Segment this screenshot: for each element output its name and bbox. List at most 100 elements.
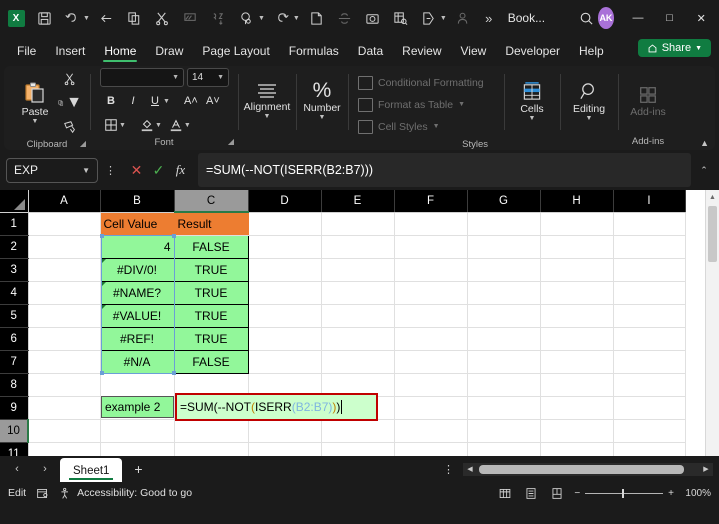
cell-I8[interactable]: [613, 373, 686, 397]
cell-E4[interactable]: [321, 281, 395, 305]
font-size-input[interactable]: 14 ▼: [187, 68, 229, 87]
tab-view[interactable]: View: [452, 40, 496, 61]
cell-D6[interactable]: [248, 327, 322, 351]
cell-G8[interactable]: [467, 373, 541, 397]
search-icon[interactable]: [575, 5, 598, 31]
page-break-view-button[interactable]: [548, 486, 565, 501]
tab-insert[interactable]: Insert: [46, 40, 94, 61]
tab-data[interactable]: Data: [349, 40, 392, 61]
row-header-2[interactable]: 2: [0, 235, 29, 259]
scissors-icon[interactable]: [149, 4, 177, 32]
grow-font-button[interactable]: A˄: [180, 91, 202, 111]
cell-H10[interactable]: [540, 419, 614, 443]
cell-editor[interactable]: =SUM(--NOT(ISERR(B2:B7))): [175, 393, 378, 421]
normal-view-button[interactable]: [496, 486, 513, 501]
column-header-c[interactable]: C: [174, 190, 249, 213]
zoom-level[interactable]: 100%: [683, 488, 711, 499]
find-table-icon[interactable]: [387, 4, 415, 32]
cell-F1[interactable]: [394, 212, 468, 236]
cell-E10[interactable]: [321, 419, 395, 443]
tab-home[interactable]: Home: [95, 40, 145, 62]
save-icon[interactable]: [30, 4, 58, 32]
paste-caret-icon[interactable]: ▼: [32, 118, 39, 125]
cell-D5[interactable]: [248, 304, 322, 328]
cell-F6[interactable]: [394, 327, 468, 351]
avatar[interactable]: AK: [597, 7, 615, 29]
cells-caret-icon[interactable]: ▼: [529, 115, 536, 122]
share-button[interactable]: Share ▼: [637, 39, 711, 57]
cell-D1[interactable]: [248, 212, 322, 236]
arrow-left-icon[interactable]: [93, 4, 121, 32]
column-header-b[interactable]: B: [100, 190, 175, 213]
copy-icon[interactable]: [121, 4, 149, 32]
tab-developer[interactable]: Developer: [496, 40, 569, 61]
cell-H8[interactable]: [540, 373, 614, 397]
horizontal-scroll-thumb[interactable]: [479, 464, 684, 474]
column-header-g[interactable]: G: [467, 190, 541, 213]
cell-A11[interactable]: [28, 442, 101, 456]
tab-draw[interactable]: Draw: [146, 40, 192, 61]
cell-F10[interactable]: [394, 419, 468, 443]
vertical-scrollbar[interactable]: ▲: [705, 190, 719, 456]
cell-D11[interactable]: [248, 442, 322, 456]
tab-review[interactable]: Review: [393, 40, 450, 61]
cell-H4[interactable]: [540, 281, 614, 305]
cell-G7[interactable]: [467, 350, 541, 374]
copy-icon[interactable]: ▼: [58, 92, 82, 113]
zoom-out-button[interactable]: −: [574, 488, 580, 499]
goto-icon[interactable]: [415, 4, 443, 32]
insert-function-icon[interactable]: fx: [172, 162, 189, 178]
cell-G5[interactable]: [467, 304, 541, 328]
camera-icon[interactable]: [359, 4, 387, 32]
alignment-button[interactable]: Alignment ▼: [244, 82, 290, 120]
strikethrough-icon[interactable]: [331, 4, 359, 32]
cell-C3[interactable]: TRUE: [173, 257, 249, 282]
cell-I1[interactable]: [613, 212, 686, 236]
cell-A5[interactable]: [28, 304, 101, 328]
row-header-5[interactable]: 5: [0, 304, 29, 328]
format-as-table-button[interactable]: Format as Table ▼: [356, 94, 496, 115]
italic-button[interactable]: I: [122, 91, 144, 111]
cell-D2[interactable]: [248, 235, 322, 259]
cell-C10[interactable]: [174, 419, 249, 443]
borders-caret-icon[interactable]: ▼: [119, 122, 129, 129]
cell-I9[interactable]: [613, 396, 686, 420]
cell-E1[interactable]: [321, 212, 395, 236]
cell-G1[interactable]: [467, 212, 541, 236]
cell-B1[interactable]: Cell Value: [100, 212, 175, 236]
cell-A2[interactable]: [28, 235, 101, 259]
cell-I5[interactable]: [613, 304, 686, 328]
font-color-caret-icon[interactable]: ▼: [184, 122, 194, 129]
cell-H7[interactable]: [540, 350, 614, 374]
cell-F9[interactable]: [394, 396, 468, 420]
editing-caret-icon[interactable]: ▼: [586, 115, 593, 122]
format-painter-icon[interactable]: [58, 116, 82, 137]
cell-G9[interactable]: [467, 396, 541, 420]
cell-B8[interactable]: [100, 373, 175, 397]
conditional-formatting-button[interactable]: Conditional Formatting: [356, 72, 496, 93]
tab-formulas[interactable]: Formulas: [280, 40, 348, 61]
zoom-in-button[interactable]: +: [668, 488, 674, 499]
row-header-7[interactable]: 7: [0, 350, 29, 374]
paintbrush-icon[interactable]: [177, 4, 205, 32]
cell-A7[interactable]: [28, 350, 101, 374]
horizontal-scrollbar[interactable]: ◀ ▶: [463, 462, 713, 476]
column-header-a[interactable]: A: [28, 190, 101, 213]
zoom-track[interactable]: [585, 488, 664, 498]
cell-C4[interactable]: TRUE: [173, 280, 249, 305]
cell-H5[interactable]: [540, 304, 614, 328]
cell-E5[interactable]: [321, 304, 395, 328]
undo-icon[interactable]: [58, 4, 86, 32]
font-dialog-launcher[interactable]: ◢: [228, 134, 234, 150]
tab-page-layout[interactable]: Page Layout: [193, 40, 278, 61]
cell-D4[interactable]: [248, 281, 322, 305]
name-box-caret-icon[interactable]: ▼: [82, 166, 90, 175]
cell-D3[interactable]: [248, 258, 322, 282]
cell-I6[interactable]: [613, 327, 686, 351]
cell-G2[interactable]: [467, 235, 541, 259]
cell-F7[interactable]: [394, 350, 468, 374]
add-sheet-button[interactable]: +: [124, 461, 152, 477]
cell-I11[interactable]: [613, 442, 686, 456]
cell-E3[interactable]: [321, 258, 395, 282]
cancel-icon[interactable]: ✕: [128, 162, 145, 179]
